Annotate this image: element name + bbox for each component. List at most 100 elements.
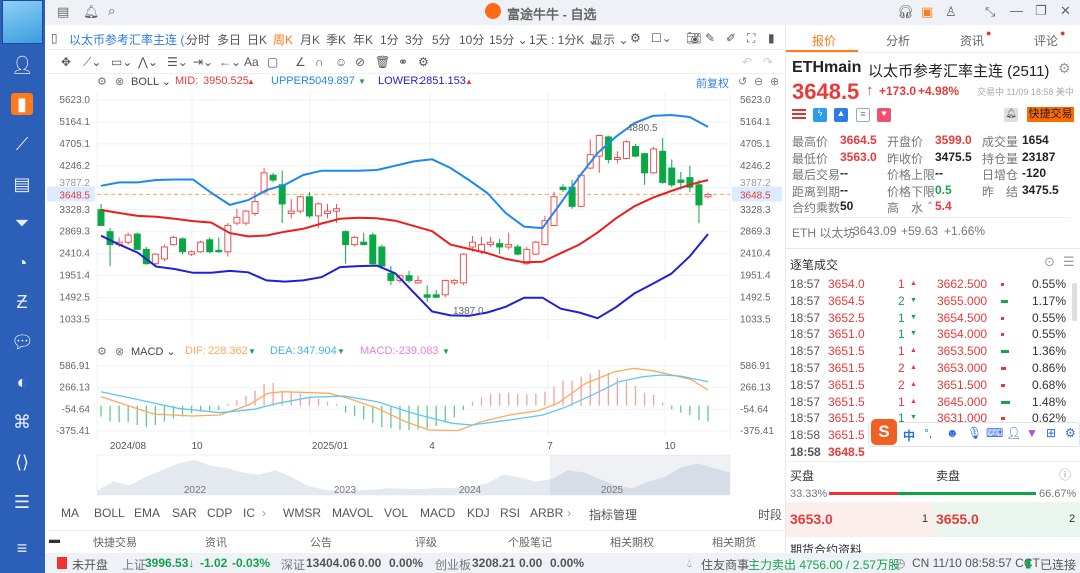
- favorite-heart-icon[interactable]: ♥: [877, 108, 891, 122]
- ime-language[interactable]: 中: [903, 427, 915, 444]
- news-ticker[interactable]: 住友商事: [701, 556, 749, 573]
- macd-label: MACD:: [360, 345, 396, 357]
- up-triangle-icon: ▲: [910, 347, 917, 355]
- ask-pct: 66.67%: [1039, 488, 1077, 500]
- indicator-tab[interactable]: IC: [243, 506, 255, 520]
- tick-price2: 3654.000: [937, 327, 988, 342]
- bottom-tab[interactable]: 个股笔记: [508, 534, 552, 550]
- bid-box[interactable]: 3653.0 1: [786, 502, 932, 537]
- tab-analysis[interactable]: 分析: [886, 32, 910, 49]
- current-price-label: 3648.5: [59, 190, 90, 201]
- shrink-icon[interactable]: ⤡: [985, 4, 995, 20]
- indicator-tab[interactable]: VOL: [384, 506, 408, 520]
- indicator-tab[interactable]: KDJ: [467, 506, 490, 520]
- indicator-tab[interactable]: SAR: [172, 506, 197, 520]
- x-axis-label: 4: [429, 441, 435, 452]
- ime-settings-icon[interactable]: ⚙: [1065, 426, 1076, 440]
- y-tick-label: 1951.4: [59, 271, 90, 282]
- quick-trade-button[interactable]: 快捷交易: [1027, 107, 1074, 122]
- stat-value: 3664.5: [840, 133, 877, 147]
- candle-up: [459, 253, 467, 284]
- tab-news[interactable]: 资讯: [960, 32, 984, 49]
- mic-icon[interactable]: 🎙︎: [967, 426, 982, 440]
- indicator-settings-icon[interactable]: ⚙: [97, 345, 107, 358]
- contract-info-title[interactable]: 期货合约资料: [790, 541, 862, 553]
- shirt-icon[interactable]: ♙: [945, 4, 957, 20]
- ask-box[interactable]: 3655.0 2: [932, 502, 1080, 537]
- indicator-tab-selected[interactable]: BOLL: [94, 506, 125, 520]
- y-tick-label-right: 4246.2: [740, 161, 771, 172]
- sz-index[interactable]: 13404.06: [306, 556, 356, 570]
- chevron-right-icon[interactable]: ›: [567, 506, 571, 520]
- ime-toolbar[interactable]: S 中 °, ☻ 🎙︎ ⌨ 👤︎ ▼ ⊞ ⚙: [868, 419, 1080, 447]
- bottom-tab[interactable]: 相关期权: [610, 534, 654, 550]
- indicator-tab[interactable]: MAVOL: [332, 506, 373, 520]
- tick-price2: 3651.500: [937, 377, 988, 392]
- headset-icon[interactable]: 🎧︎: [897, 4, 914, 20]
- indicator-tab[interactable]: CDP: [207, 506, 232, 520]
- more-icon[interactable]: ⊙: [1044, 254, 1055, 270]
- indicator-close-icon[interactable]: ⊗: [115, 345, 124, 358]
- tick-volume: 1: [898, 277, 905, 291]
- tick-time: 18:57: [790, 293, 821, 308]
- user-icon[interactable]: 👤︎: [1006, 426, 1021, 440]
- settings-icon[interactable]: ⚙: [1058, 60, 1071, 77]
- bottom-tab[interactable]: 资讯: [205, 534, 227, 550]
- bottom-tab[interactable]: 相关期货: [712, 534, 756, 550]
- emoji-icon[interactable]: ☻: [946, 426, 959, 440]
- candle-up: [333, 208, 341, 212]
- skin-icon[interactable]: ▼: [1026, 426, 1038, 440]
- note-icon[interactable]: ≡: [856, 108, 870, 122]
- indicator-manage-button[interactable]: 指标管理: [589, 506, 637, 523]
- bottom-tab[interactable]: 公告: [310, 534, 332, 550]
- sh-index[interactable]: 3996.53↓: [145, 556, 194, 570]
- tab-quote[interactable]: 报价: [812, 32, 836, 49]
- tick-price2: 3655.000: [937, 293, 988, 308]
- candle-up: [351, 236, 359, 246]
- tick-ratio-bar: [1001, 333, 1005, 337]
- indicator-tab[interactable]: MA: [61, 506, 79, 520]
- candle-up: [251, 201, 259, 214]
- bottom-tab[interactable]: 评级: [415, 534, 437, 550]
- minimize-icon[interactable]: —: [1010, 3, 1023, 18]
- tab-comments[interactable]: 评论: [1034, 32, 1058, 49]
- indicator-tab[interactable]: RSI: [500, 506, 520, 520]
- navigator-selection-handle[interactable]: [550, 455, 730, 495]
- tick-row: 18:57 3651.5 2 ▲ 3651.500 0.68%: [786, 378, 1076, 395]
- high-price-mark: 4880.5: [627, 123, 658, 134]
- menu-icon[interactable]: ≡: [11, 537, 33, 559]
- sh-change: -1.02: [200, 556, 228, 570]
- alert-bell-icon[interactable]: 🔔︎: [1004, 108, 1018, 122]
- tick-pct: 1.17%: [1032, 293, 1067, 308]
- maximize-icon[interactable]: ❐: [1035, 3, 1047, 19]
- gift-icon[interactable]: ▣: [921, 4, 933, 20]
- indicator-tab[interactable]: ARBR: [530, 506, 563, 520]
- tick-time: 18:57: [790, 327, 821, 342]
- tick-time: 18:57: [790, 394, 821, 409]
- tick-ratio-bar: [1001, 400, 1010, 404]
- indicator-tab-selected[interactable]: MACD: [420, 506, 455, 520]
- info-icon[interactable]: ⓘ: [1059, 466, 1071, 483]
- candle-down: [387, 272, 395, 281]
- collapse-panel-icon[interactable]: ▬: [49, 534, 60, 546]
- kline-chart[interactable]: 5623.0 5623.0 5164.1 5164.1 4705.1 4705.1 4246…: [0, 0, 785, 500]
- cy-index[interactable]: 3208.21: [472, 556, 515, 570]
- apps-icon[interactable]: ⊞: [1046, 426, 1056, 440]
- ime-punct[interactable]: °,: [924, 426, 932, 440]
- app-window: 👤︎ ▮ ⟋ ▤ ⏷ ◔ Ƶ 💬︎ ◐ ⌘ ⟨⟩ ☰ ≡ ▤ 🔔︎ ⌕ 富途牛牛…: [0, 0, 1080, 573]
- unread-dot-icon: ●: [1060, 28, 1066, 38]
- macd-selector[interactable]: MACD ⌄: [131, 345, 176, 358]
- scrollbar[interactable]: [1072, 283, 1077, 321]
- keyboard-icon[interactable]: ⌨: [986, 426, 1003, 440]
- collapse-chevron-icon[interactable]: ⌃: [926, 201, 934, 212]
- flash-icon[interactable]: ϟ: [813, 108, 827, 122]
- stat-value: 1654: [1022, 133, 1049, 147]
- list-icon[interactable]: ☰: [1063, 254, 1075, 270]
- bottom-tab[interactable]: 快捷交易: [93, 534, 137, 550]
- indicator-tab[interactable]: EMA: [134, 506, 160, 520]
- level-icon[interactable]: ▲: [834, 108, 848, 122]
- indicator-tab[interactable]: WMSR: [283, 506, 321, 520]
- close-icon[interactable]: ✕: [1060, 3, 1071, 19]
- chevron-right-icon[interactable]: ›: [262, 506, 266, 520]
- session-button[interactable]: 时段: [758, 506, 782, 523]
